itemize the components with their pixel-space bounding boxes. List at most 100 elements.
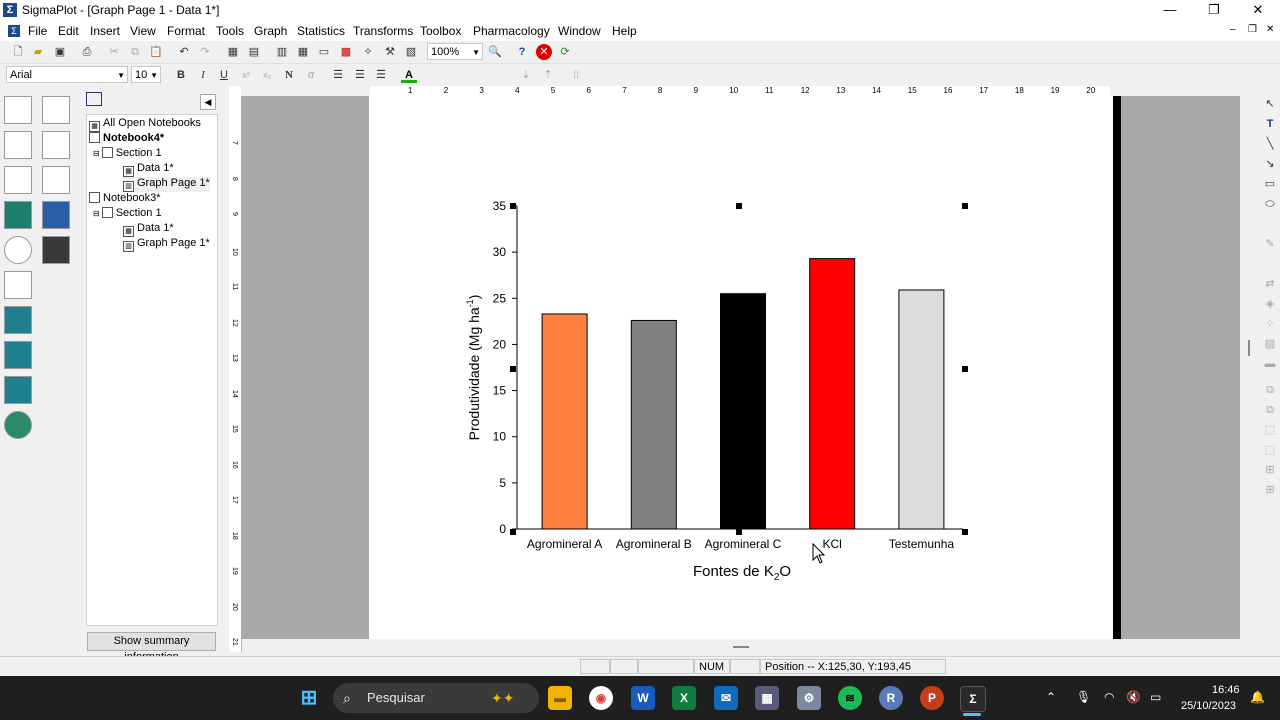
collapse-icon[interactable]: ⊟ [93, 209, 100, 218]
report-icon[interactable]: ▥ [274, 44, 290, 60]
close-button[interactable]: ✕ [1236, 0, 1280, 21]
bar-chart[interactable]: 0 5 10 15 20 25 30 35 Agromineral A Agromineral B… [369, 96, 1113, 639]
menu-format[interactable]: Format [167, 24, 205, 38]
rectangle-tool-icon[interactable]: ▭ [1262, 176, 1278, 192]
wizard-icon[interactable]: ✧ [360, 44, 376, 60]
vertical-scrollbar[interactable] [1240, 96, 1259, 639]
menu-graph[interactable]: Graph [254, 24, 287, 38]
menu-insert[interactable]: Insert [90, 24, 120, 38]
windows-start-icon[interactable]: ⊞ [297, 686, 321, 710]
notification-icon[interactable]: 🔔 [1250, 690, 1265, 704]
tree-notebook4[interactable]: Notebook4* [89, 132, 164, 144]
spotify-icon[interactable]: ≋ [838, 686, 862, 710]
normal-text-button[interactable]: N [281, 67, 297, 83]
tools-icon[interactable]: ⚒ [382, 44, 398, 60]
stop-icon[interactable]: ✕ [536, 44, 552, 60]
mail-icon[interactable]: ✉ [714, 686, 738, 710]
horizontal-scroll-thumb[interactable] [733, 646, 749, 648]
pen-icon[interactable]: ✎ [1262, 236, 1278, 252]
grid-icon[interactable]: ⁞⁞ [568, 67, 584, 83]
line-spacing-icon[interactable]: ⇣ [518, 67, 534, 83]
scroll-thumb[interactable] [1248, 340, 1250, 356]
refresh-icon[interactable]: ⟳ [557, 44, 573, 60]
cut-icon[interactable]: ✂ [106, 44, 122, 60]
tree-section-1b[interactable]: ⊟ Section 1 [93, 207, 162, 219]
macro-icon[interactable]: ▩ [338, 44, 354, 60]
doc-close-button[interactable]: ✕ [1266, 24, 1274, 35]
tree-graph-page-1b[interactable]: ▥ Graph Page 1* [123, 237, 210, 252]
notebook-icon[interactable]: ▭ [316, 44, 332, 60]
calculator-icon[interactable]: ▦ [755, 686, 779, 710]
microphone-icon[interactable]: 🎙 [1076, 690, 1091, 704]
fill-icon[interactable]: ◈ [1262, 296, 1278, 312]
ellipse-tool-icon[interactable]: ⬭ [1262, 196, 1278, 212]
line-scatter-icon[interactable] [4, 166, 32, 194]
tree-data-1[interactable]: ▦ Data 1* [123, 162, 174, 177]
restore-button[interactable]: ❐ [1192, 0, 1236, 21]
chrome-icon[interactable]: ◉ [589, 686, 613, 710]
menu-tools[interactable]: Tools [216, 24, 244, 38]
show-summary-button[interactable]: Show summary information [87, 632, 216, 663]
print-icon[interactable]: ⎙ [79, 44, 95, 60]
table-icon[interactable]: ▦ [295, 44, 311, 60]
taskbar-search[interactable]: ⌕ Pesquisar ✦✦ [333, 683, 539, 713]
3d-line-icon[interactable] [42, 166, 70, 194]
italic-button[interactable]: I [195, 67, 211, 83]
battery-icon[interactable]: ▭ [1150, 690, 1161, 704]
tree-data-1b[interactable]: ▦ Data 1* [123, 222, 174, 237]
3d-bar-icon[interactable] [42, 236, 70, 264]
menu-window[interactable]: Window [558, 24, 601, 38]
word-icon[interactable]: W [631, 686, 655, 710]
menu-help[interactable]: Help [612, 24, 637, 38]
select-arrow-icon[interactable]: ↖ [1262, 96, 1278, 112]
paste-icon[interactable]: 📋 [148, 44, 164, 60]
align-icon[interactable]: ⇄ [1262, 276, 1278, 292]
horizontal-bar-icon[interactable] [4, 341, 32, 369]
app-icon[interactable]: ⚙ [797, 686, 821, 710]
menu-toolbox[interactable]: Toolbox [420, 24, 461, 38]
bring-front-icon[interactable]: ⧉ [1262, 382, 1278, 398]
clock-date[interactable]: 25/10/2023 [1181, 700, 1236, 712]
grid-snap-icon[interactable]: ⁘ [1262, 316, 1278, 332]
area-plot-icon[interactable] [4, 201, 32, 229]
symbol-icon[interactable]: α [303, 67, 319, 83]
menu-statistics[interactable]: Statistics [297, 24, 345, 38]
help-icon[interactable]: ? [514, 44, 530, 60]
superscript-icon[interactable]: x² [238, 67, 254, 83]
graph-page-icon[interactable]: ▤ [246, 44, 262, 60]
pattern-icon[interactable]: ▨ [1262, 336, 1278, 352]
font-size-select[interactable]: 10 ▼ [131, 66, 161, 83]
tree-root[interactable]: ▦ All Open Notebooks [89, 117, 201, 132]
align-objects-icon[interactable]: ⊞ [1262, 462, 1278, 478]
redo-icon[interactable]: ↷ [197, 44, 213, 60]
collapse-icon[interactable]: ⊟ [93, 149, 100, 158]
layout-icon[interactable]: ▧ [403, 44, 419, 60]
menu-edit[interactable]: Edit [58, 24, 79, 38]
clock-time[interactable]: 16:46 [1212, 684, 1240, 696]
send-back-icon[interactable]: ⧉ [1262, 402, 1278, 418]
tree-graph-page-1[interactable]: ▥ Graph Page 1* [123, 177, 210, 192]
new-icon[interactable]: 🗋 [10, 44, 26, 60]
tree-section-1[interactable]: ⊟ Section 1 [93, 147, 162, 159]
scatter-plot-icon[interactable] [4, 96, 32, 124]
collapse-panel-icon[interactable]: ◀ [200, 94, 216, 110]
polar-plot-icon[interactable] [4, 236, 32, 264]
vertical-bar-icon[interactable] [4, 306, 32, 334]
group-icon[interactable]: ⬚ [1262, 422, 1278, 438]
volume-muted-icon[interactable]: 🔇 [1126, 690, 1141, 704]
document-icon[interactable]: Σ [8, 25, 20, 37]
line-tool-icon[interactable]: ╲ [1262, 136, 1278, 152]
undo-icon[interactable]: ↶ [176, 44, 192, 60]
powerpoint-icon[interactable]: P [920, 686, 944, 710]
bold-button[interactable]: B [173, 67, 189, 83]
excel-icon[interactable]: X [672, 686, 696, 710]
r-icon[interactable]: R [879, 686, 903, 710]
doc-restore-button[interactable]: ❐ [1248, 24, 1257, 35]
doc-minimize-button[interactable]: – [1230, 24, 1236, 35]
line-plot-icon[interactable] [4, 131, 32, 159]
wifi-icon[interactable]: ◠ [1104, 690, 1114, 704]
contour-plot-icon[interactable] [42, 96, 70, 124]
text-tool-icon[interactable]: T [1262, 116, 1278, 132]
zoom-select[interactable]: 100% ▼ [427, 43, 483, 60]
subscript-icon[interactable]: x₂ [259, 67, 275, 83]
